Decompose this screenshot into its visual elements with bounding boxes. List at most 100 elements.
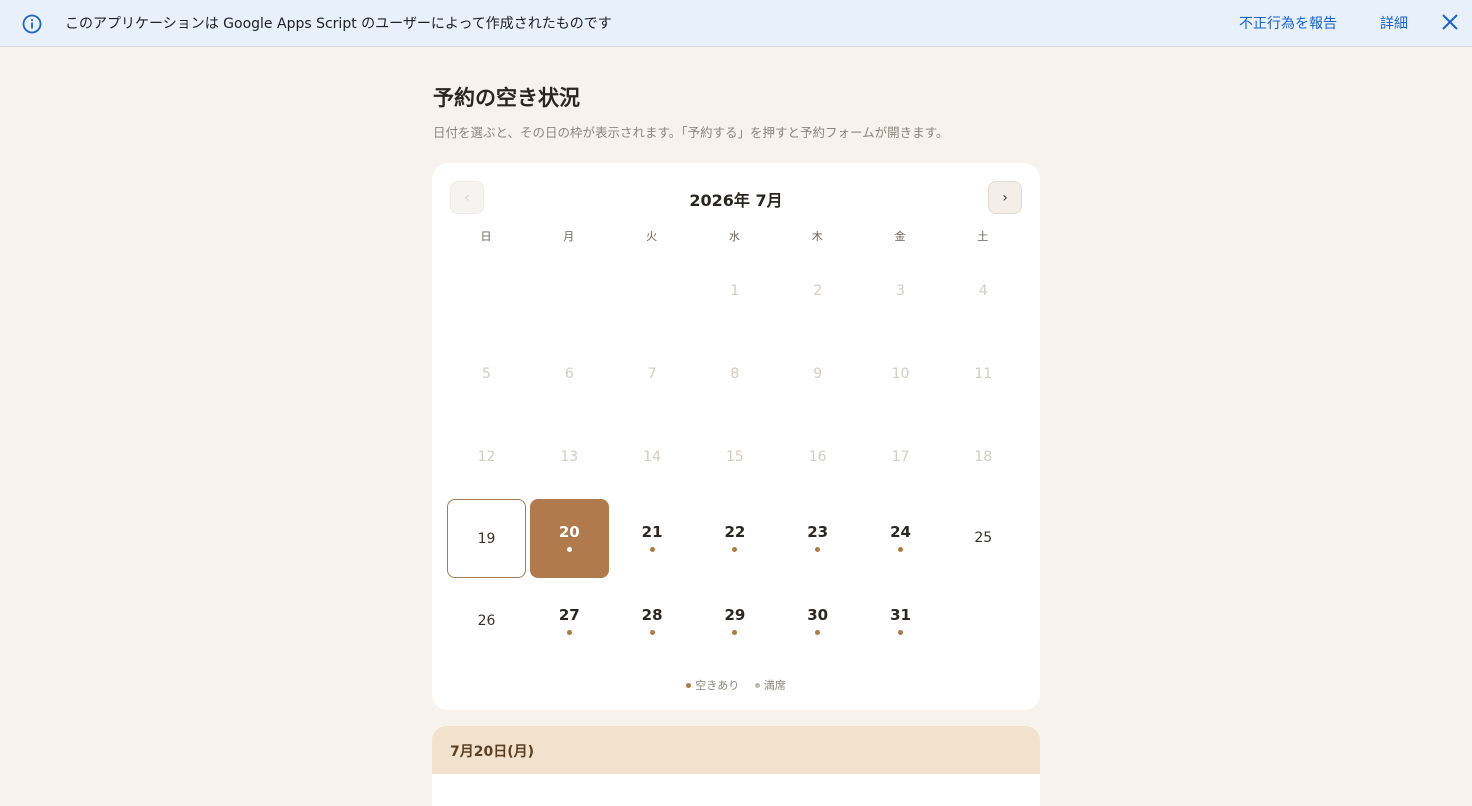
weekday-label: 火 <box>646 230 658 243</box>
availability-dot-icon <box>649 630 655 636</box>
calendar-day-14: 14 <box>613 417 692 496</box>
close-icon[interactable] <box>1440 12 1460 32</box>
notice-banner: このアプリケーションは Google Apps Script のユーザーによって… <box>0 0 1472 47</box>
selected-day-header: 7月20日(月) <box>432 726 1040 774</box>
calendar-day-8: 8 <box>695 334 774 413</box>
info-icon <box>22 14 42 34</box>
calendar-day-12: 12 <box>447 417 526 496</box>
calendar-day-15: 15 <box>695 417 774 496</box>
day-number: 20 <box>558 523 580 542</box>
day-number: 16 <box>808 448 827 465</box>
calendar-day-6: 6 <box>530 334 609 413</box>
day-number: 31 <box>890 606 911 625</box>
available-dot-icon <box>686 682 692 688</box>
calendar-day-18: 18 <box>944 417 1023 496</box>
page-title: 予約の空き状況 <box>433 86 580 110</box>
next-month-button[interactable]: › <box>988 181 1022 214</box>
calendar-day-4: 4 <box>944 251 1023 330</box>
day-number: 30 <box>807 606 829 625</box>
legend-full: 満席 <box>754 677 786 693</box>
day-number: 18 <box>974 448 993 465</box>
calendar-day-22[interactable]: 22 <box>695 499 774 578</box>
calendar-day-17: 17 <box>861 417 940 496</box>
day-number: 17 <box>891 448 910 465</box>
day-number: 2 <box>813 283 823 299</box>
day-number: 15 <box>725 448 744 465</box>
calendar-day-9: 9 <box>778 334 857 413</box>
day-number: 10 <box>891 365 910 382</box>
legend-available: 空きあり <box>686 677 739 693</box>
day-number: 29 <box>724 606 746 625</box>
availability-dot-icon <box>732 630 738 636</box>
weekday-header: 日月火水木金土 <box>447 228 1027 244</box>
availability-dot-icon <box>566 630 572 636</box>
day-number: 9 <box>813 365 823 382</box>
availability-dot-icon <box>815 630 821 636</box>
calendar-day-27[interactable]: 27 <box>530 582 609 661</box>
calendar-day-21[interactable]: 21 <box>613 499 692 578</box>
calendar-day-5: 5 <box>447 334 526 413</box>
availability-dot-icon <box>815 547 821 553</box>
weekday-label: 金 <box>894 230 906 243</box>
calendar-day-31[interactable]: 31 <box>861 582 940 661</box>
calendar-day-30[interactable]: 30 <box>778 582 857 661</box>
page-subtitle: 日付を選ぶと、その日の枠が表示されます。「予約する」を押すと予約フォームが開きま… <box>433 125 949 140</box>
day-number: 27 <box>558 606 580 625</box>
legend: 空きあり 満席 <box>432 677 1040 693</box>
availability-dot-icon <box>566 547 572 553</box>
availability-dot-icon <box>898 630 903 636</box>
day-number: 6 <box>564 365 574 382</box>
calendar-day-28[interactable]: 28 <box>613 582 692 661</box>
weekday-label: 土 <box>977 230 989 243</box>
calendar-day-19: 19 <box>447 499 526 579</box>
calendar-card: ‹ 2026年 7月 › 日月火水木金土 1 2 3 4 5 6 7 8 9 10 11 12 13 14… <box>432 163 1040 710</box>
calendar-grid: 1 2 3 4 5 6 7 8 9 10 11 12 13 14 15 16 17 18 19 20 21 22 23 24 2… <box>447 251 1027 731</box>
day-number: 28 <box>641 606 663 625</box>
weekday-label: 月 <box>563 230 575 243</box>
day-number: 19 <box>477 531 496 548</box>
day-number: 1 <box>730 283 740 299</box>
day-number: 21 <box>641 523 663 542</box>
calendar-day-20[interactable]: 20 <box>529 499 609 579</box>
calendar-day-11: 11 <box>944 334 1023 413</box>
calendar-day-1: 1 <box>695 251 774 330</box>
day-number: 7 <box>647 365 657 382</box>
day-number: 24 <box>890 523 911 542</box>
day-number: 14 <box>643 448 661 465</box>
selected-day-label: 7月20日(月) <box>450 744 535 760</box>
calendar-day-25: 25 <box>944 499 1023 578</box>
legend-available-label: 空きあり <box>695 679 740 692</box>
details-link[interactable]: 詳細 <box>1380 13 1408 33</box>
calendar-day-10: 10 <box>861 334 940 413</box>
month-title: 2026年 7月 <box>689 191 783 210</box>
day-number: 11 <box>974 365 993 382</box>
calendar-day-26: 26 <box>447 582 526 661</box>
weekday-label: 水 <box>728 230 740 243</box>
selected-day-panel: 7月20日(月) <box>432 726 1040 806</box>
day-number: 8 <box>730 365 740 382</box>
calendar-day-23[interactable]: 23 <box>778 499 857 578</box>
availability-dot-icon <box>649 547 655 553</box>
availability-dot-icon <box>898 547 903 553</box>
calendar-day-29[interactable]: 29 <box>695 582 774 661</box>
full-dot-icon <box>754 682 760 688</box>
day-number: 5 <box>482 365 491 382</box>
day-number: 12 <box>477 448 496 465</box>
banner-message: このアプリケーションは Google Apps Script のユーザーによって… <box>65 16 612 32</box>
calendar-day-3: 3 <box>861 251 940 330</box>
calendar-day-13: 13 <box>530 417 609 496</box>
day-number: 25 <box>974 530 993 547</box>
weekday-label: 日 <box>480 230 492 243</box>
weekday-label: 木 <box>811 230 823 243</box>
day-number: 13 <box>560 448 579 465</box>
availability-dot-icon <box>732 547 738 553</box>
calendar-day-24[interactable]: 24 <box>861 499 940 578</box>
calendar-day-2: 2 <box>778 251 857 330</box>
calendar-day-7: 7 <box>613 334 692 413</box>
day-number: 23 <box>807 523 829 542</box>
calendar-day-16: 16 <box>778 417 857 496</box>
day-number: 26 <box>477 613 496 630</box>
report-abuse-link[interactable]: 不正行為を報告 <box>1239 13 1337 33</box>
legend-full-label: 満席 <box>763 679 786 692</box>
day-number: 4 <box>978 283 988 299</box>
